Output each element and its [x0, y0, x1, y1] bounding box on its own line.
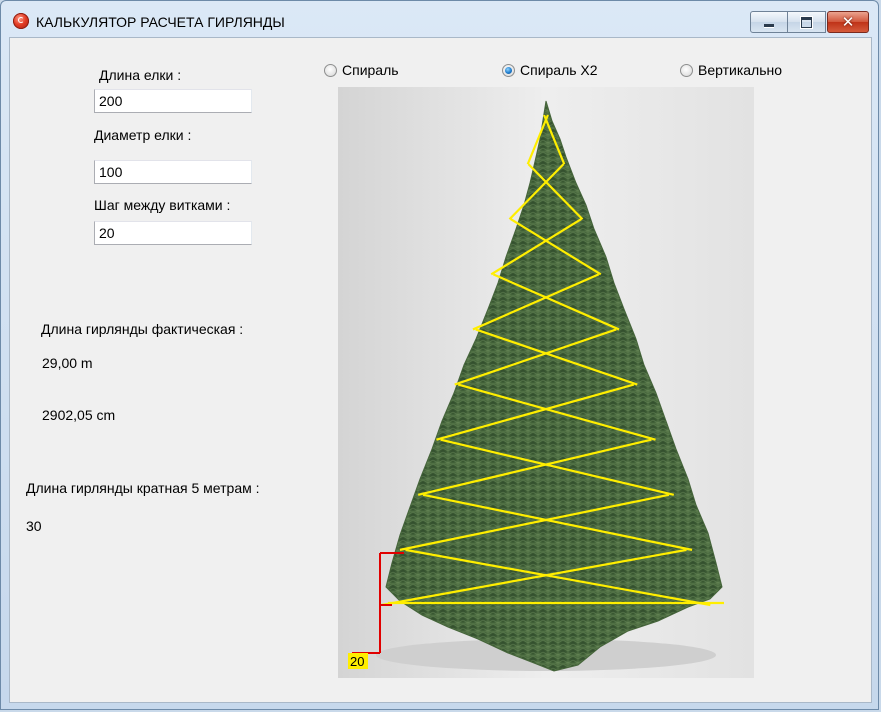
tree-height-input[interactable] [94, 89, 252, 113]
radio-spiral-indicator[interactable] [324, 63, 337, 77]
maximize-button[interactable] [788, 11, 826, 33]
step-marker-label: 20 [350, 654, 364, 669]
close-icon: ✕ [841, 13, 855, 31]
radio-vertical[interactable]: Вертикально [680, 62, 782, 78]
minimize-button[interactable] [750, 11, 788, 33]
step-label: Шаг между витками : [94, 197, 231, 213]
radio-vertical-indicator[interactable] [680, 63, 693, 77]
radio-spiral-x2[interactable]: Спираль X2 [502, 62, 598, 78]
app-window: КАЛЬКУЛЯТОР РАСЧЕТА ГИРЛЯНДЫ ✕ Длина елк… [0, 0, 879, 710]
tree-diameter-input[interactable] [94, 160, 252, 184]
client-area: Длина елки : Диаметр елки : Шаг между ви… [9, 37, 872, 703]
tree-preview: 20 [338, 87, 754, 678]
actual-length-cm-value: 2902,05 cm [42, 407, 116, 423]
actual-length-label: Длина гирлянды фактическая : [41, 321, 244, 337]
tree-height-label: Длина елки : [99, 67, 182, 83]
minimize-icon [764, 23, 774, 27]
radio-vertical-label: Вертикально [698, 62, 783, 78]
app-icon [13, 13, 29, 29]
radio-spiral-x2-indicator[interactable] [502, 63, 515, 77]
radio-spiral-label: Спираль [342, 62, 399, 78]
radio-spiral-x2-label: Спираль X2 [520, 62, 598, 78]
close-button[interactable]: ✕ [827, 11, 869, 33]
tree-preview-canvas: 20 [338, 87, 754, 678]
radio-spiral[interactable]: Спираль [324, 62, 399, 78]
maximize-icon [801, 16, 812, 28]
multiple-length-label: Длина гирлянды кратная 5 метрам : [26, 480, 260, 496]
window-title: КАЛЬКУЛЯТОР РАСЧЕТА ГИРЛЯНДЫ [36, 14, 285, 30]
tree-diameter-label: Диаметр елки : [94, 127, 192, 143]
step-input[interactable] [94, 221, 252, 245]
actual-length-m-value: 29,00 m [42, 355, 93, 371]
title-bar[interactable]: КАЛЬКУЛЯТОР РАСЧЕТА ГИРЛЯНДЫ ✕ [1, 1, 878, 37]
multiple-length-value: 30 [26, 518, 42, 534]
